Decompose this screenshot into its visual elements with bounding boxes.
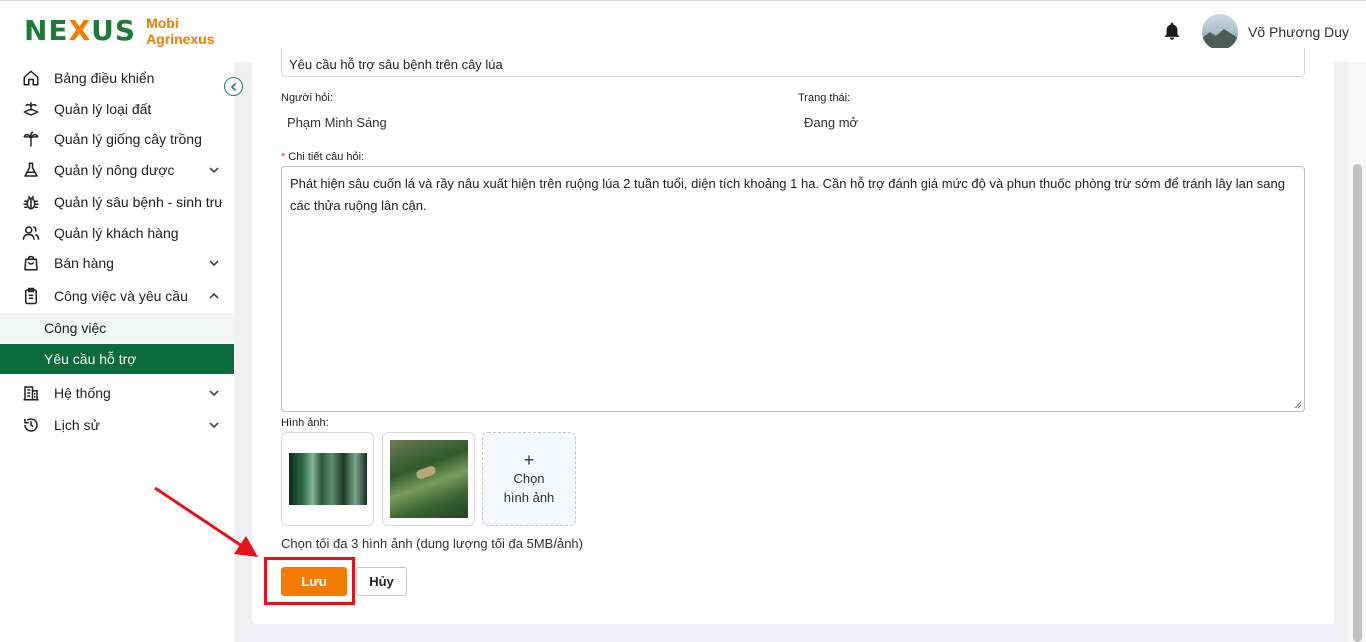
chevron-down-icon	[209, 390, 219, 397]
add-image-line1: Chọn	[513, 471, 545, 486]
soil-icon	[23, 102, 39, 116]
users-icon	[22, 226, 40, 240]
sidebar-item-sales[interactable]: Bán hàng	[0, 248, 234, 278]
sidebar-item-label: Lịch sử	[54, 417, 100, 433]
chevron-up-icon	[209, 292, 219, 299]
resize-grip-icon[interactable]	[1294, 401, 1302, 409]
sidebar-item-pests[interactable]: Quản lý sâu bệnh - sinh trưởng	[0, 187, 234, 217]
image-thumbnail[interactable]	[281, 432, 374, 526]
sidebar-item-customers[interactable]: Quản lý khách hàng	[0, 218, 234, 248]
brand-logo[interactable]: NEXUS Mobi Agrinexus	[24, 15, 215, 47]
sidebar-item-label: Quản lý sâu bệnh - sinh trưởng	[54, 194, 222, 210]
history-icon	[24, 418, 38, 432]
clipboard-icon	[25, 287, 37, 305]
chevron-left-icon	[230, 82, 236, 91]
chevron-down-icon	[209, 422, 219, 429]
bell-icon[interactable]	[1162, 21, 1182, 41]
flask-icon	[24, 162, 38, 177]
plant-icon	[23, 131, 39, 147]
image-thumbnail[interactable]	[382, 432, 475, 526]
add-image-line2: hình ảnh	[503, 490, 555, 505]
sidebar-item-pesticides[interactable]: Quản lý nông dược	[0, 155, 234, 185]
status-label: Trạng thái:	[798, 92, 851, 104]
sidebar-item-label: Bảng điều khiển	[54, 70, 155, 86]
logo-mark: NEXUS	[24, 14, 137, 47]
collapse-sidebar-button[interactable]	[224, 77, 243, 96]
image-limit-hint: Chọn tối đa 3 hình ảnh (dung lượng tối đ…	[281, 536, 583, 551]
caterpillar-image	[390, 440, 468, 518]
brand-text: Mobi Agrinexus	[146, 15, 214, 47]
chevron-down-icon	[209, 167, 219, 174]
required-mark: *	[281, 151, 286, 163]
add-image-button[interactable]: + Chọn hình ảnh	[482, 432, 576, 526]
building-icon	[23, 386, 39, 401]
chevron-down-icon	[209, 260, 219, 267]
sidebar-item-dashboard[interactable]: Bảng điều khiển	[0, 63, 234, 93]
detail-textarea[interactable]: Phát hiện sâu cuốn lá và rầy nâu xuất hi…	[281, 166, 1305, 412]
requester-value: Phạm Minh Sáng	[287, 115, 387, 130]
rice-leaf-image	[289, 453, 367, 505]
images-label: Hình ảnh:	[281, 417, 329, 429]
user-name[interactable]: Võ Phương Duy	[1248, 24, 1349, 40]
bag-icon	[24, 255, 38, 271]
sidebar-subitem-label: Công việc	[44, 320, 107, 336]
sidebar-item-label: Bán hàng	[54, 255, 114, 271]
detail-label: Chi tiết câu hỏi:	[288, 151, 365, 163]
status-value: Đang mở	[804, 115, 859, 130]
sidebar-subitem-label: Yêu cầu hỗ trợ	[44, 351, 137, 367]
avatar[interactable]	[1202, 14, 1238, 50]
sidebar-subitem-support-requests[interactable]: Yêu cầu hỗ trợ	[0, 344, 234, 374]
sidebar-item-label: Công việc và yêu cầu	[54, 288, 188, 304]
annotation-arrow-icon	[154, 486, 258, 557]
requester-label: Người hỏi:	[281, 92, 333, 104]
sidebar-item-plants[interactable]: Quản lý giống cây trồng	[0, 124, 234, 154]
cancel-button[interactable]: Hủy	[356, 567, 407, 596]
scrollbar-thumb[interactable]	[1353, 164, 1362, 642]
sidebar-item-tasks-requests[interactable]: Công việc và yêu cầu	[0, 281, 234, 311]
bug-icon	[23, 195, 39, 210]
detail-label-row: * Chi tiết câu hỏi:	[281, 151, 364, 163]
detail-text: Phát hiện sâu cuốn lá và rầy nâu xuất hi…	[290, 176, 1285, 213]
sidebar-item-history[interactable]: Lịch sử	[0, 410, 234, 440]
sidebar-item-label: Hệ thống	[54, 385, 111, 401]
brand-line1: Mobi	[146, 15, 179, 31]
sidebar-subitem-tasks[interactable]: Công việc	[0, 313, 234, 343]
sidebar-item-system[interactable]: Hệ thống	[0, 378, 234, 408]
home-icon	[23, 70, 39, 86]
annotation-highlight-box	[264, 557, 355, 605]
plus-icon: +	[523, 450, 535, 470]
sidebar-item-label: Quản lý nông dược	[54, 162, 175, 178]
brand-line2: Agrinexus	[146, 31, 215, 47]
sidebar-item-label: Quản lý khách hàng	[54, 225, 179, 241]
sidebar-item-soil[interactable]: Quản lý loại đất	[0, 94, 234, 124]
sidebar-item-label: Quản lý loại đất	[54, 101, 152, 117]
title-input[interactable]: Yêu cầu hỗ trợ sâu bệnh trên cây lúa	[281, 48, 1305, 77]
sidebar-item-label: Quản lý giống cây trồng	[54, 131, 202, 147]
